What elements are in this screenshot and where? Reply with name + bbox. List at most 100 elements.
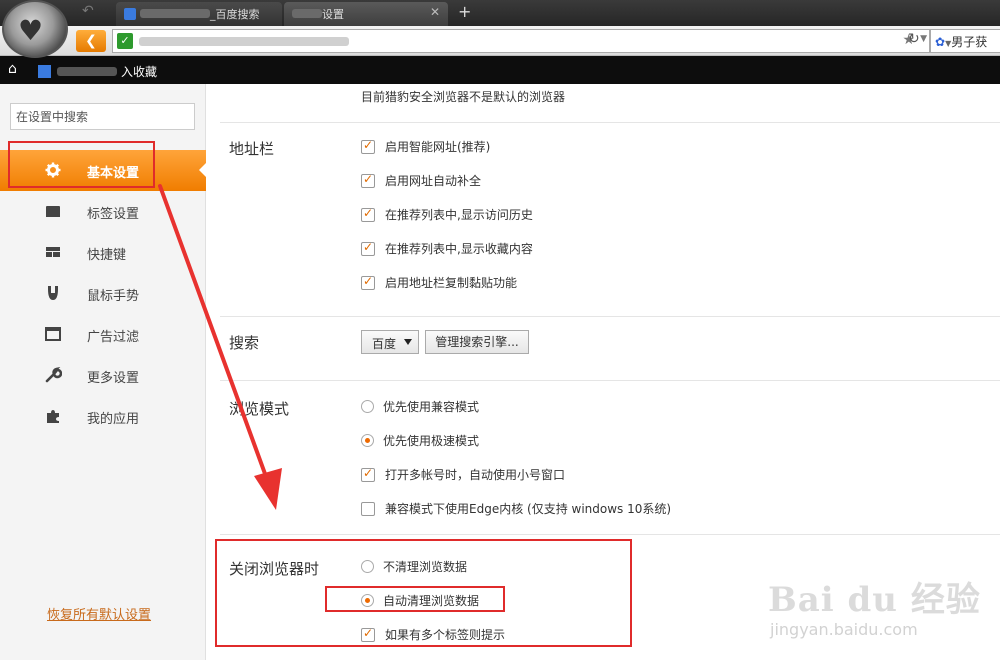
option-label: 优先使用极速模式 (383, 434, 480, 448)
web-search-input[interactable]: ✿▼男子获 (930, 29, 1000, 53)
sidebar-item-shortcuts[interactable]: 快捷键 (0, 232, 206, 273)
tab-settings[interactable]: 设置 ✕ (284, 2, 448, 26)
sidebar-item-mouse-gestures[interactable]: 鼠标手势 (0, 273, 206, 314)
checkbox[interactable] (361, 466, 375, 482)
radio[interactable] (361, 594, 374, 607)
option-show-favorites[interactable]: 在推荐列表中,显示收藏内容 (361, 240, 533, 258)
option-multi-account-window[interactable]: 打开多帐号时，自动使用小号窗口 (361, 466, 565, 484)
sidebar-item-label: 更多设置 (87, 371, 140, 386)
option-edge-kernel[interactable]: 兼容模式下使用Edge内核 (仅支持 windows 10系统) (361, 500, 671, 518)
sidebar-item-basic-settings[interactable]: 基本设置 (0, 150, 207, 191)
keyboard-icon (46, 247, 60, 257)
address-toolbar: ❮ ✓ ★ ▼ (0, 26, 1000, 56)
manage-search-engines-button[interactable]: 管理搜索引擎... (425, 330, 529, 354)
option-label: 启用智能网址(推荐) (385, 140, 491, 154)
tab-title: _百度搜索 (210, 8, 260, 21)
option-label: 自动清理浏览数据 (383, 594, 480, 608)
option-show-history[interactable]: 在推荐列表中,显示访问历史 (361, 206, 533, 224)
dropdown-arrow-icon (404, 339, 412, 345)
checkbox[interactable] (361, 502, 375, 516)
checkbox[interactable] (361, 206, 375, 222)
section-title-search: 搜索 (229, 334, 260, 352)
section-divider (220, 316, 1000, 317)
option-label: 兼容模式下使用Edge内核 (仅支持 windows 10系统) (385, 502, 672, 516)
checkbox[interactable] (361, 240, 375, 256)
bookmarks-bar: ⌂ 入收藏 (0, 56, 1000, 84)
option-copy-paste[interactable]: 启用地址栏复制黏贴功能 (361, 274, 517, 292)
tab-search-results[interactable]: _百度搜索 (116, 2, 282, 26)
url-text-blurred (139, 37, 349, 46)
checkbox[interactable] (361, 138, 375, 154)
back-button[interactable]: ❮ (76, 30, 106, 52)
settings-sidebar: 基本设置 标签设置 快捷键 鼠标手势 广告过滤 更多设置 我的应用 恢复所有默认… (0, 84, 207, 660)
default-browser-status: 目前猎豹安全浏览器不是默认的浏览器 (361, 90, 566, 104)
radio[interactable] (361, 434, 374, 447)
reload-icon[interactable]: ↻ (908, 31, 920, 47)
checkbox[interactable] (361, 172, 375, 188)
home-icon[interactable]: ⌂ (8, 61, 17, 77)
radio-auto-clear[interactable]: 自动清理浏览数据 (361, 592, 479, 610)
baidu-favicon-icon (124, 8, 136, 20)
radio-speed-mode[interactable]: 优先使用极速模式 (361, 432, 479, 450)
radio-compat-mode[interactable]: 优先使用兼容模式 (361, 398, 479, 416)
undo-close-tab-icon[interactable]: ↶ (82, 3, 94, 19)
checkbox[interactable] (361, 274, 375, 290)
option-smart-url[interactable]: 启用智能网址(推荐) (361, 138, 490, 156)
radio[interactable] (361, 560, 374, 573)
option-label: 如果有多个标签则提示 (385, 628, 506, 642)
settings-search-input[interactable] (10, 103, 195, 130)
url-field[interactable]: ✓ ★ ▼ (112, 29, 930, 53)
baidu-paw-icon: ✿ (935, 35, 946, 49)
radio-no-clear[interactable]: 不清理浏览数据 (361, 558, 467, 576)
option-label: 在推荐列表中,显示收藏内容 (385, 242, 533, 256)
option-label: 不清理浏览数据 (383, 560, 468, 574)
restore-defaults-link[interactable]: 恢复所有默认设置 (47, 604, 151, 623)
tab-title-blurred (140, 9, 210, 18)
option-label: 在推荐列表中,显示访问历史 (385, 208, 533, 222)
tab-title: 设置 (322, 8, 344, 21)
cheetah-logo-icon: ♥ (18, 14, 44, 47)
bookmark-item[interactable]: 入收藏 (38, 63, 157, 80)
section-title-on-close: 关闭浏览器时 (229, 560, 320, 578)
option-label: 优先使用兼容模式 (383, 400, 480, 414)
sidebar-item-label: 快捷键 (87, 248, 127, 263)
sidebar-item-my-apps[interactable]: 我的应用 (0, 396, 206, 437)
tab-icon (46, 206, 60, 217)
bookmark-favicon-icon (38, 65, 51, 78)
checkbox[interactable] (361, 626, 375, 642)
section-divider (220, 380, 1000, 381)
option-url-autocomplete[interactable]: 启用网址自动补全 (361, 172, 481, 190)
new-tab-button[interactable]: + (458, 2, 471, 21)
radio[interactable] (361, 400, 374, 413)
sidebar-item-label: 鼠标手势 (87, 289, 140, 304)
sidebar-item-label: 广告过滤 (87, 330, 140, 345)
option-label: 启用网址自动补全 (385, 174, 482, 188)
sidebar-item-tab-settings[interactable]: 标签设置 (0, 191, 206, 232)
tab-title-blurred (292, 9, 322, 18)
sidebar-item-label: 我的应用 (87, 412, 140, 427)
search-text: 男子获 (951, 35, 988, 49)
option-label: 打开多帐号时，自动使用小号窗口 (385, 468, 566, 482)
mouse-icon (48, 286, 58, 300)
sidebar-item-ad-filter[interactable]: 广告过滤 (0, 314, 206, 355)
tab-strip: ↶ _百度搜索 设置 ✕ + (0, 0, 1000, 26)
option-multi-tab-prompt[interactable]: 如果有多个标签则提示 (361, 626, 505, 644)
sidebar-item-more-settings[interactable]: 更多设置 (0, 355, 206, 396)
window-icon (45, 327, 61, 341)
section-title-address-bar: 地址栏 (229, 140, 275, 158)
browser-logo[interactable]: ♥ (2, 0, 68, 58)
gear-icon (45, 162, 61, 178)
search-engine-select[interactable]: 百度 (361, 330, 419, 354)
close-tab-icon[interactable]: ✕ (430, 5, 440, 19)
section-divider (220, 122, 1000, 123)
secure-check-icon: ✓ (117, 33, 133, 49)
option-label: 启用地址栏复制黏贴功能 (385, 276, 518, 290)
settings-content: 目前猎豹安全浏览器不是默认的浏览器 地址栏 启用智能网址(推荐) 启用网址自动补… (207, 84, 1000, 660)
selected-engine: 百度 (372, 337, 397, 351)
url-dropdown-icon[interactable]: ▼ (920, 34, 927, 44)
wrench-icon (45, 367, 62, 383)
puzzle-icon (47, 410, 59, 423)
bookmark-label: 入收藏 (121, 65, 158, 79)
sidebar-item-label: 标签设置 (87, 207, 140, 222)
section-title-browse-mode: 浏览模式 (229, 400, 290, 418)
